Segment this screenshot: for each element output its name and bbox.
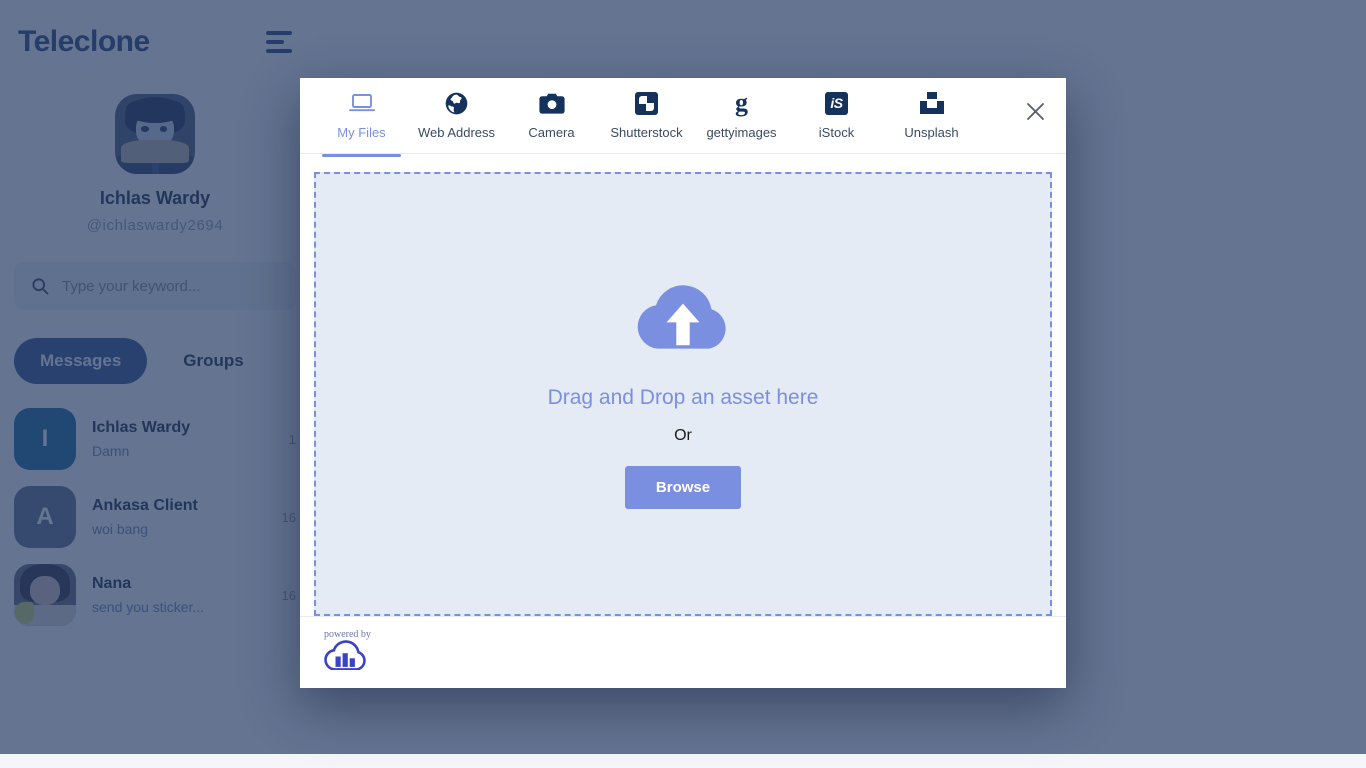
unsplash-icon (919, 90, 944, 116)
dropzone-or-label: Or (674, 427, 692, 444)
gettyimages-icon: g (735, 88, 748, 117)
tab-unsplash[interactable]: Unsplash (884, 78, 979, 148)
bottom-strip (0, 754, 1366, 768)
istock-icon: iS (825, 90, 848, 116)
tab-label: Web Address (417, 125, 496, 140)
tab-label: gettyimages (706, 125, 777, 140)
tab-web-address[interactable]: Web Address (409, 78, 504, 148)
source-tabs: My Files Web Address Camera Shutterstock… (314, 78, 979, 157)
browse-button[interactable]: Browse (624, 466, 742, 509)
laptop-icon (348, 90, 375, 116)
globe-icon (444, 90, 469, 116)
close-button[interactable] (1016, 92, 1054, 130)
tab-gettyimages[interactable]: g gettyimages (694, 78, 789, 148)
tab-label: Shutterstock (610, 125, 683, 140)
tab-shutterstock[interactable]: Shutterstock (599, 78, 694, 148)
tab-istock[interactable]: iS iStock (789, 78, 884, 148)
tab-label: My Files (337, 125, 386, 140)
modal-header: My Files Web Address Camera Shutterstock… (300, 78, 1066, 157)
modal-footer: powered by (300, 616, 1066, 688)
close-icon (1026, 102, 1044, 120)
dropzone-title: Drag and Drop an asset here (547, 386, 819, 409)
cloud-upload-icon (633, 279, 733, 360)
filestack-cloud-logo (324, 640, 368, 674)
tab-camera[interactable]: Camera (504, 78, 599, 148)
modal-body: Drag and Drop an asset here Or Browse (300, 154, 1066, 616)
powered-by-label: powered by (324, 629, 371, 640)
tab-label: iStock (818, 125, 855, 140)
file-uploader-modal: My Files Web Address Camera Shutterstock… (300, 78, 1066, 688)
dropzone[interactable]: Drag and Drop an asset here Or Browse (314, 172, 1052, 616)
camera-icon (538, 90, 565, 116)
tab-my-files[interactable]: My Files (314, 78, 409, 157)
shutterstock-icon (635, 90, 658, 116)
tab-label: Camera (528, 125, 575, 140)
tab-label: Unsplash (904, 125, 959, 140)
